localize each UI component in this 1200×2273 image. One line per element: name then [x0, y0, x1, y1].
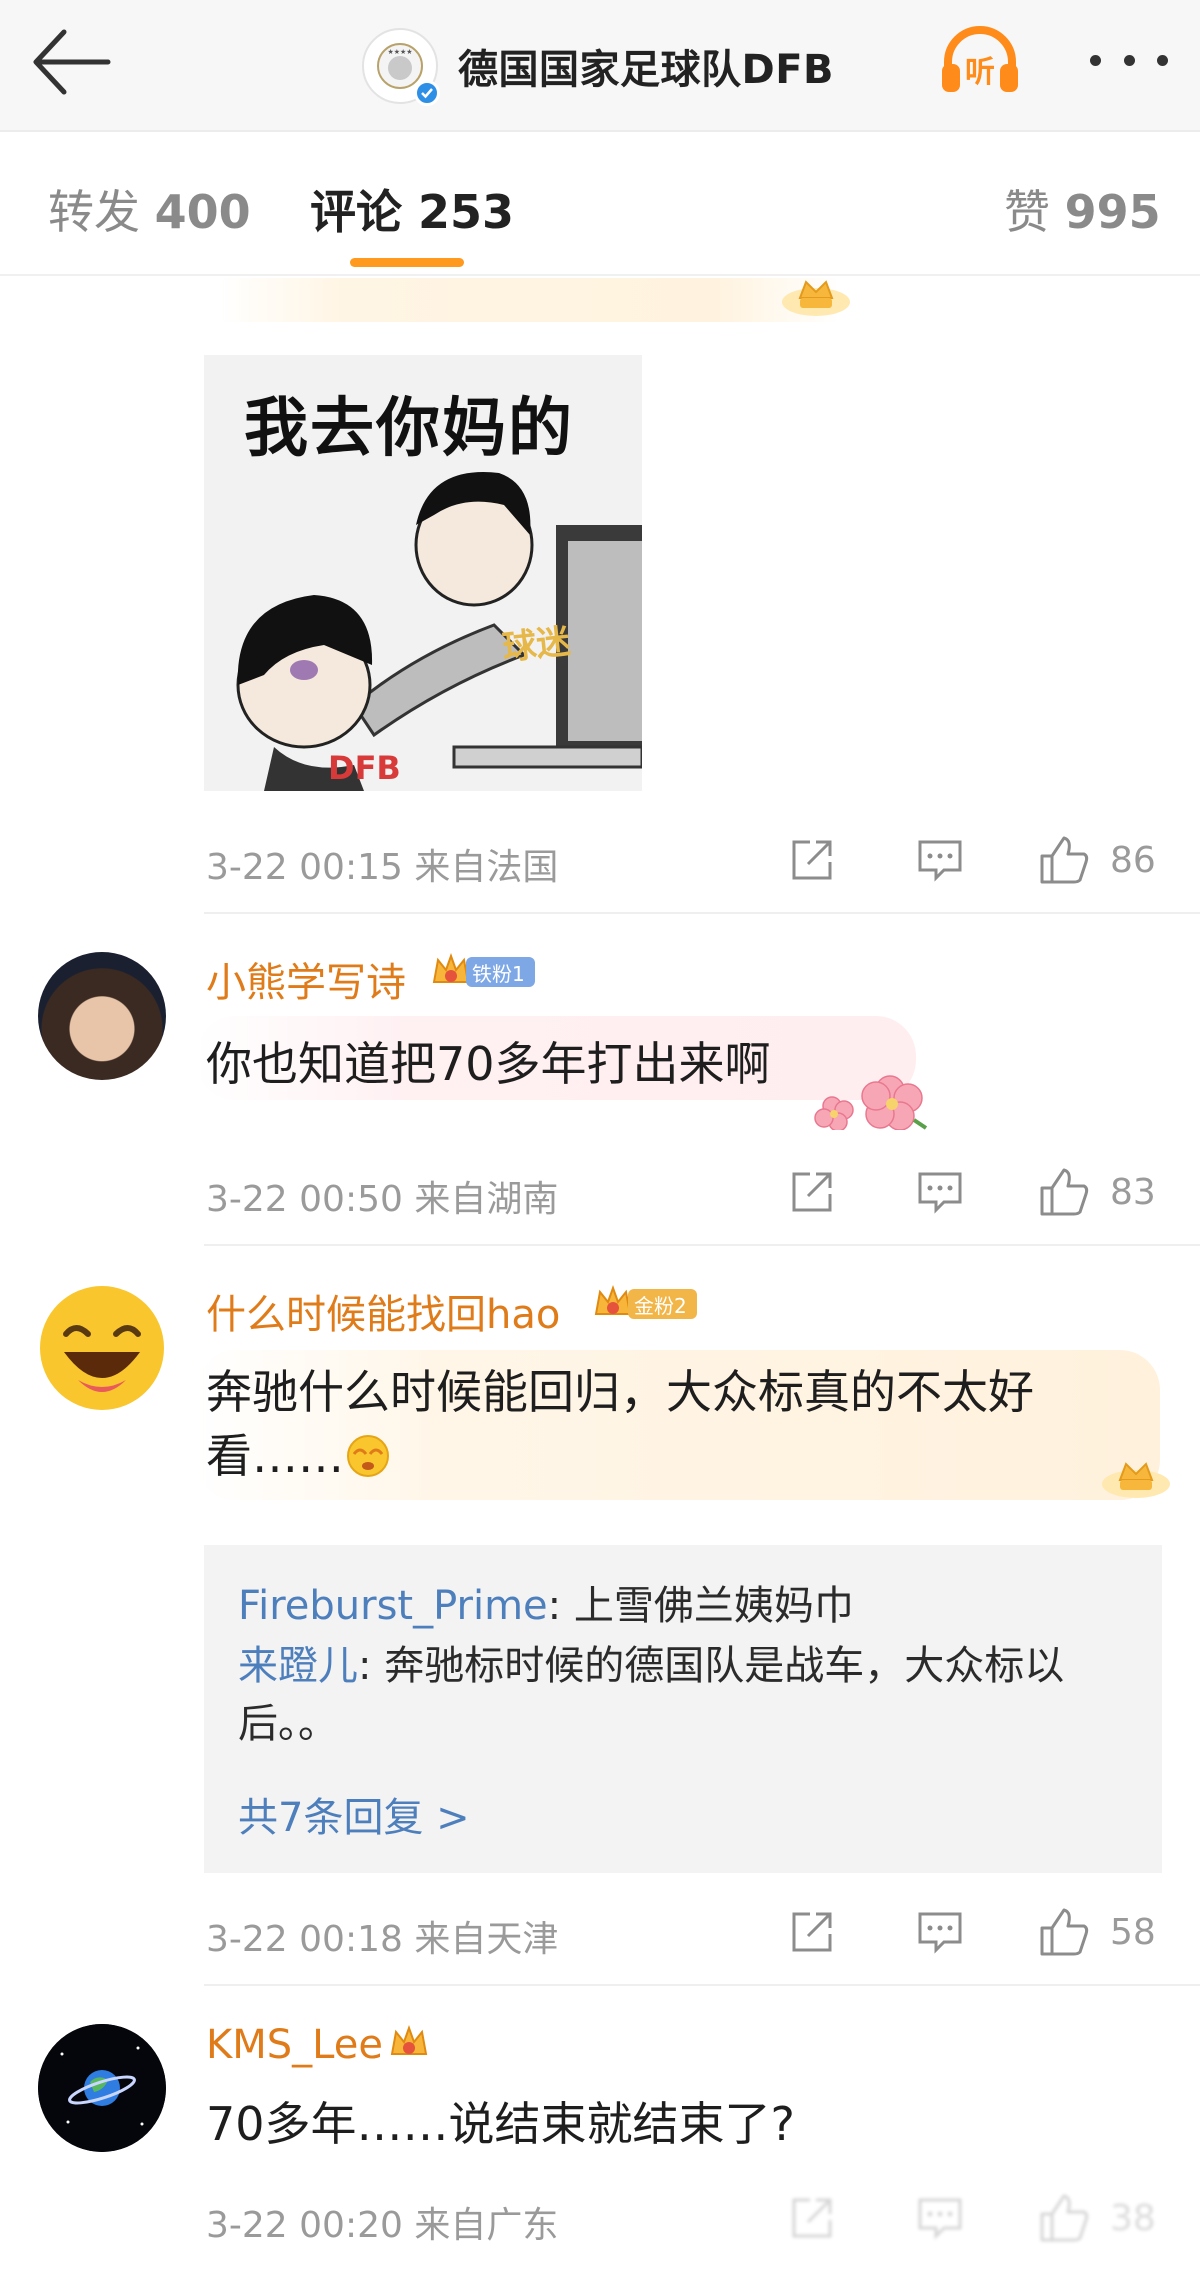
like-count: 86: [1110, 839, 1156, 881]
username[interactable]: KMS_Lee: [206, 2022, 383, 2068]
more-replies-link[interactable]: 共7条回复 >: [238, 1785, 470, 1843]
back-button[interactable]: [28, 24, 118, 100]
listen-button[interactable]: 听: [938, 26, 1022, 96]
like-count: 83: [1110, 1171, 1156, 1213]
share-icon: [792, 1172, 832, 1212]
reply-button[interactable]: [914, 2188, 966, 2248]
reply-button[interactable]: [914, 1162, 966, 1222]
comment-meta: 3-22 00:15 来自法国 86: [0, 830, 1200, 890]
comment-text: 奔驰什么时候能回归，大众标真的不太好看……: [206, 1365, 1034, 1483]
team-logo: ★★★★: [362, 28, 440, 106]
svg-text:★★★★: ★★★★: [387, 48, 412, 56]
like-button[interactable]: 38: [1036, 2188, 1156, 2248]
share-icon: [792, 840, 832, 880]
share-button[interactable]: [786, 830, 838, 890]
comment-text: 70多年……说结束就结束了?: [206, 2097, 795, 2151]
thumbs-up-icon: [1040, 1908, 1089, 1956]
like-count: 38: [1110, 2197, 1156, 2239]
like-count: 58: [1110, 1911, 1156, 1953]
fan-badge: 金粉2: [592, 1284, 697, 1324]
comment-text: 你也知道把70多年打出来啊: [206, 1037, 771, 1091]
divider: [204, 912, 1200, 914]
crown-icon: [390, 2025, 428, 2055]
more-button[interactable]: [1084, 40, 1174, 80]
comment-icon: [918, 1172, 962, 1214]
username[interactable]: 什么时候能找回hao: [206, 1282, 560, 1340]
comment-icon: [918, 1912, 962, 1954]
tab-comments[interactable]: 评论 253: [310, 176, 514, 242]
tab-bar: 转发 400 评论 253 赞 995: [0, 134, 1200, 276]
share-button[interactable]: [786, 1162, 838, 1222]
tab-likes[interactable]: 赞 995: [1004, 176, 1161, 242]
meme-illustration: [236, 472, 642, 791]
reply-item: Fireburst_Prime: 上雪佛兰姨妈巾: [238, 1583, 854, 1629]
divider: [204, 1244, 1200, 1246]
image-tag-dfb: DFB: [328, 749, 401, 787]
like-button[interactable]: 83: [1036, 1162, 1156, 1222]
page-title: 德国国家足球队DFB: [458, 47, 835, 93]
share-icon: [792, 1912, 832, 1952]
comment-meta: 3-22 00:50 来自湖南 83: [0, 1162, 1200, 1222]
flower-icon: [814, 1075, 928, 1130]
top-bar: ★★★★ 德国国家足球队DFB 听: [0, 0, 1200, 132]
thumbs-up-icon: [1040, 1168, 1089, 1216]
tab-forwards[interactable]: 转发 400: [48, 176, 251, 242]
fan-badge: [388, 2024, 430, 2064]
account-title[interactable]: ★★★★ 德国国家足球队DFB: [362, 20, 834, 112]
comment-image[interactable]: 我去你妈的 球迷 DFB: [204, 355, 642, 791]
like-button[interactable]: 58: [1036, 1902, 1156, 1962]
reply-item: 来蹬儿: 奔驰标时候的德国队是战车，大众标以后。。: [238, 1643, 1065, 1747]
reply-button[interactable]: [914, 1902, 966, 1962]
reply-button[interactable]: [914, 830, 966, 890]
share-button[interactable]: [786, 2188, 838, 2248]
share-button[interactable]: [786, 1902, 838, 1962]
avatar[interactable]: [38, 2024, 166, 2152]
comment-meta: 3-22 00:18 来自天津 58: [0, 1902, 1200, 1962]
share-icon: [792, 2198, 832, 2238]
thumbs-up-icon: [1040, 836, 1089, 884]
thumbs-up-icon: [1040, 2194, 1089, 2242]
comment-meta: 3-22 00:20 来自广东 38: [0, 2188, 1200, 2248]
fan-badge: 铁粉1: [430, 952, 535, 992]
headphones-icon: 听: [942, 26, 1018, 92]
more-icon: [1090, 54, 1101, 66]
active-tab-indicator: [350, 258, 464, 267]
back-arrow-icon: [33, 29, 111, 95]
shy-emoji-icon: [347, 1435, 389, 1477]
crown-icon: [1102, 1462, 1170, 1498]
divider: [204, 1984, 1200, 1986]
svg-text:听: 听: [965, 55, 995, 90]
like-button[interactable]: 86: [1036, 830, 1156, 890]
crown-icon: [782, 280, 850, 316]
reply-preview[interactable]: Fireburst_Prime: 上雪佛兰姨妈巾 来蹬儿: 奔驰标时候的德国队是…: [204, 1545, 1162, 1873]
comment-icon: [918, 2198, 962, 2240]
fan-badge-strip: [220, 278, 840, 322]
verified-icon: [414, 80, 440, 106]
image-tag-fan: 球迷: [500, 621, 573, 669]
comment-icon: [918, 840, 962, 882]
username[interactable]: 小熊学写诗: [206, 950, 406, 1008]
avatar[interactable]: [38, 952, 166, 1080]
avatar[interactable]: [38, 1284, 166, 1412]
